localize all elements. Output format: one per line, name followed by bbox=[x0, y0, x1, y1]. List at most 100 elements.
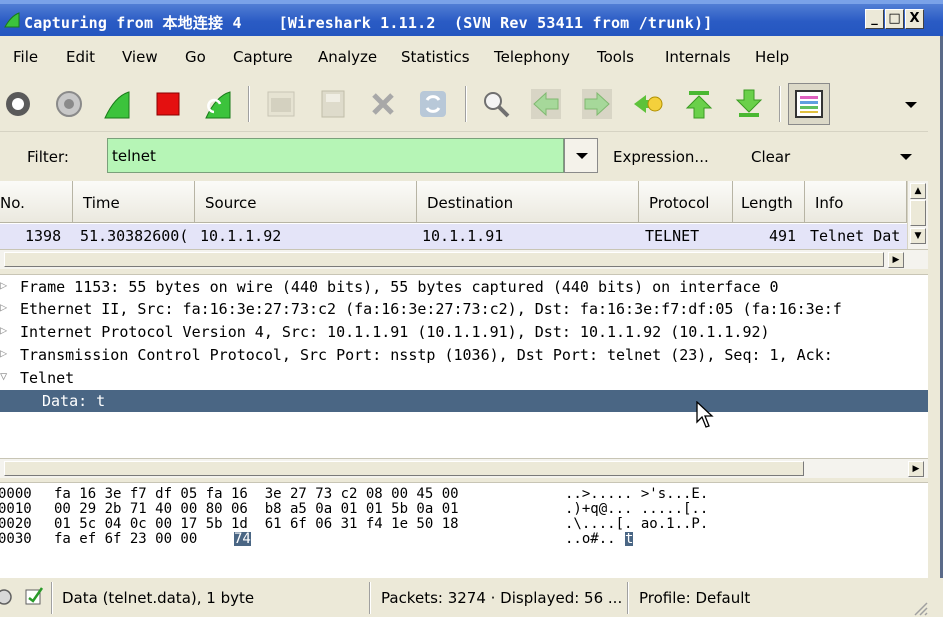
go-first-icon[interactable] bbox=[683, 88, 715, 120]
cell-source: 10.1.1.92 bbox=[200, 227, 282, 245]
go-last-icon[interactable] bbox=[733, 88, 765, 120]
tree-item-tcp[interactable]: ▷ Transmission Control Protocol, Src Port… bbox=[0, 344, 928, 366]
table-row[interactable]: 1398 51.30382600( 10.1.1.92 10.1.1.91 TE… bbox=[0, 224, 907, 249]
column-header-time[interactable]: Time bbox=[73, 181, 195, 223]
details-hscroll[interactable]: ▶ bbox=[0, 458, 928, 478]
packet-list-vscroll[interactable]: ▲ ▼ bbox=[907, 181, 928, 249]
cell-info: Telnet Dat bbox=[810, 227, 901, 245]
tree-item-ethernet[interactable]: ▷ Ethernet II, Src: fa:16:3e:27:73:c2 (fa… bbox=[0, 298, 928, 320]
status-packets: Packets: 3274 · Displayed: 56 ... bbox=[381, 589, 623, 607]
column-header-destination[interactable]: Destination bbox=[417, 181, 639, 223]
status-bar: Data (telnet.data), 1 byte Packets: 3274… bbox=[0, 578, 943, 617]
capture-options-icon[interactable] bbox=[53, 88, 85, 120]
menu-telephony[interactable]: Telephony bbox=[494, 48, 570, 66]
more-icon[interactable] bbox=[895, 88, 927, 120]
menu-analyze[interactable]: Analyze bbox=[318, 48, 377, 66]
expand-arrow-icon[interactable]: ▷ bbox=[0, 278, 7, 292]
colorize-icon bbox=[795, 90, 823, 118]
resize-grip-icon[interactable] bbox=[910, 598, 928, 616]
hex-bytes: fa 16 3e f7 df 05 fa 16 3e 27 73 c2 08 0… bbox=[54, 486, 459, 502]
scroll-down-arrow-icon[interactable]: ▼ bbox=[910, 228, 926, 244]
scroll-thumb[interactable] bbox=[4, 252, 884, 267]
scroll-thumb[interactable] bbox=[4, 461, 804, 476]
minimize-button[interactable]: _ bbox=[865, 9, 884, 29]
column-header-length[interactable]: Length bbox=[733, 181, 805, 223]
scroll-up-arrow-icon[interactable]: ▲ bbox=[910, 183, 926, 199]
tree-item-telnet[interactable]: ▽ Telnet bbox=[0, 367, 928, 389]
open-file-icon[interactable] bbox=[265, 88, 297, 120]
stop-capture-icon[interactable] bbox=[152, 88, 184, 120]
expand-arrow-icon[interactable]: ▷ bbox=[0, 346, 7, 360]
packet-list-hscroll[interactable]: ▶ bbox=[0, 249, 928, 269]
menu-go[interactable]: Go bbox=[185, 48, 206, 66]
menu-capture[interactable]: Capture bbox=[233, 48, 293, 66]
title-bar[interactable]: Capturing from 本地连接 4 [Wireshark 1.11.2 … bbox=[0, 0, 943, 36]
start-capture-icon[interactable] bbox=[101, 88, 133, 120]
display-filter-input[interactable]: telnet bbox=[107, 138, 564, 173]
save-file-icon[interactable] bbox=[317, 88, 349, 120]
window-title: Capturing from 本地连接 4 [Wireshark 1.11.2 … bbox=[24, 14, 713, 32]
hex-selected-byte: 74 bbox=[234, 531, 251, 547]
packet-list: No. Time Source Destination Protocol Len… bbox=[0, 181, 928, 249]
hex-ascii: .\....[. ao.1..P. bbox=[565, 516, 709, 532]
filter-toolbar-more-icon[interactable] bbox=[898, 152, 914, 162]
hex-ascii: ..o#.. bbox=[565, 531, 616, 547]
collapse-arrow-icon[interactable]: ▽ bbox=[0, 369, 7, 383]
close-button[interactable]: X bbox=[905, 9, 924, 29]
expression-button[interactable]: Expression... bbox=[613, 148, 709, 166]
menu-view[interactable]: View bbox=[122, 48, 158, 66]
cell-time: 51.30382600( bbox=[80, 227, 189, 245]
hex-bytes: 00 29 2b 71 40 00 80 06 b8 a5 0a 01 01 5… bbox=[54, 501, 459, 517]
restart-capture-icon[interactable] bbox=[202, 88, 234, 120]
column-header-no[interactable]: No. bbox=[0, 181, 73, 223]
cell-length: 491 bbox=[769, 227, 797, 245]
tree-item-ip[interactable]: ▷ Internet Protocol Version 4, Src: 10.1.… bbox=[0, 321, 928, 343]
column-header-source[interactable]: Source bbox=[195, 181, 417, 223]
expand-arrow-icon[interactable]: ▷ bbox=[0, 323, 7, 337]
hex-offset: 0000 bbox=[0, 486, 32, 502]
stop-interface-icon[interactable] bbox=[2, 88, 34, 120]
maximize-button[interactable]: □ bbox=[885, 9, 904, 29]
colorize-toggle[interactable] bbox=[788, 83, 830, 125]
capture-comment-icon[interactable] bbox=[24, 586, 44, 606]
tree-item-frame[interactable]: ▷ Frame 1153: 55 bytes on wire (440 bits)… bbox=[0, 276, 928, 298]
status-profile[interactable]: Profile: Default bbox=[639, 589, 750, 607]
packet-details: ▷ Frame 1153: 55 bytes on wire (440 bits)… bbox=[0, 275, 928, 458]
filter-history-dropdown[interactable] bbox=[564, 138, 598, 173]
cell-destination: 10.1.1.91 bbox=[422, 227, 504, 245]
packet-bytes[interactable]: 0000 fa 16 3e f7 df 05 fa 16 3e 27 73 c2 … bbox=[0, 483, 928, 578]
menu-statistics[interactable]: Statistics bbox=[401, 48, 470, 66]
expert-info-icon[interactable] bbox=[0, 588, 12, 606]
hex-bytes: fa ef 6f 23 00 00 bbox=[54, 531, 198, 547]
menu-tools[interactable]: Tools bbox=[597, 48, 634, 66]
go-to-packet-icon[interactable] bbox=[632, 88, 664, 120]
go-back-icon[interactable] bbox=[530, 88, 562, 120]
scroll-thumb[interactable] bbox=[910, 200, 926, 226]
filter-label: Filter: bbox=[27, 148, 69, 166]
menu-internals[interactable]: Internals bbox=[665, 48, 731, 66]
cell-protocol: TELNET bbox=[645, 227, 700, 245]
hex-offset: 0030 bbox=[0, 531, 32, 547]
expand-arrow-icon[interactable]: ▷ bbox=[0, 300, 7, 314]
column-header-protocol[interactable]: Protocol bbox=[639, 181, 733, 223]
clear-filter-button[interactable]: Clear bbox=[751, 148, 790, 166]
wireshark-fin-icon bbox=[4, 12, 20, 28]
mouse-cursor-icon bbox=[696, 401, 714, 428]
hex-offset: 0010 bbox=[0, 501, 32, 517]
hex-ascii: .)+q@... .....[.. bbox=[565, 501, 709, 517]
menu-help[interactable]: Help bbox=[755, 48, 789, 66]
menu-file[interactable]: File bbox=[13, 48, 38, 66]
scroll-right-arrow-icon[interactable]: ▶ bbox=[888, 252, 904, 268]
hex-bytes: 01 5c 04 0c 00 17 5b 1d 61 6f 06 31 f4 1… bbox=[54, 516, 459, 532]
menu-edit[interactable]: Edit bbox=[66, 48, 95, 66]
status-field-info: Data (telnet.data), 1 byte bbox=[62, 589, 255, 607]
close-file-icon[interactable] bbox=[367, 88, 399, 120]
find-packet-icon[interactable] bbox=[480, 88, 512, 120]
reload-icon[interactable] bbox=[417, 88, 449, 120]
chevron-down-icon bbox=[576, 153, 588, 159]
scroll-right-arrow-icon[interactable]: ▶ bbox=[908, 461, 924, 477]
column-header-info[interactable]: Info bbox=[805, 181, 907, 223]
go-forward-icon[interactable] bbox=[581, 88, 613, 120]
cell-no: 1398 bbox=[25, 227, 62, 245]
tree-item-telnet-data[interactable]: Data: t bbox=[0, 390, 928, 412]
